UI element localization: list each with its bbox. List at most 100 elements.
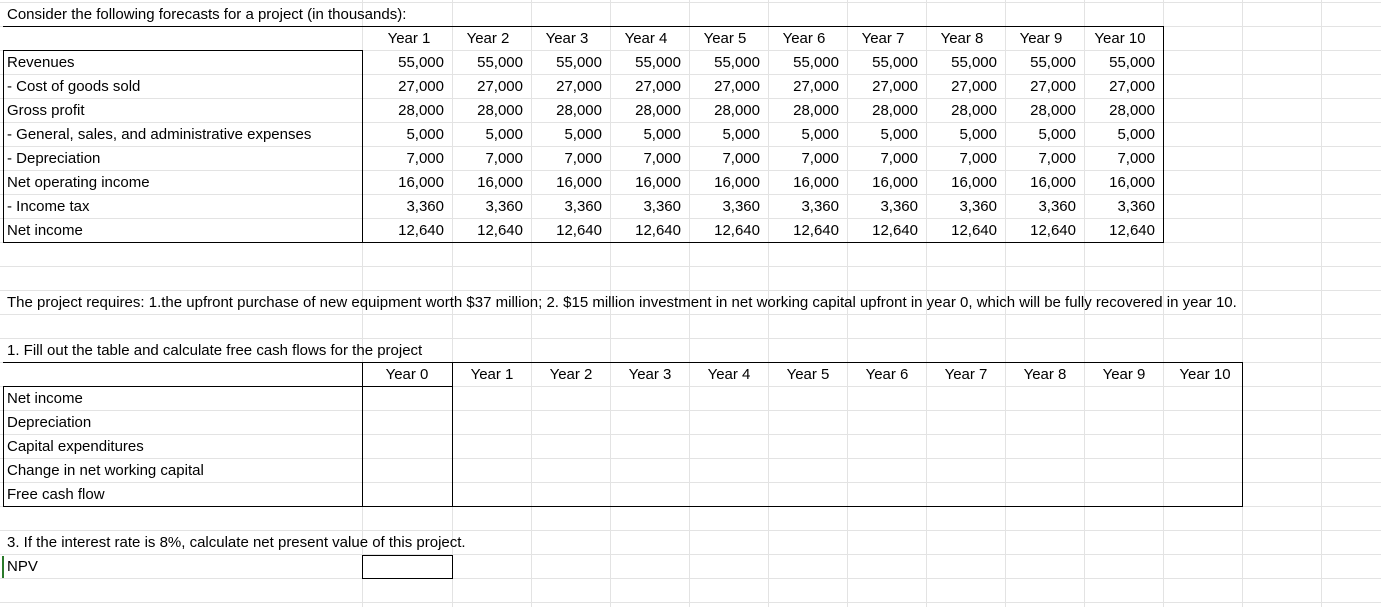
- forecast-header-year-8: Year 8: [940, 30, 984, 47]
- forecast-value-cell: 55,000: [635, 54, 681, 71]
- forecast-value-cell: 12,640: [398, 222, 444, 239]
- forecast-value-cell: 55,000: [1109, 54, 1155, 71]
- forecast-value-cell: 12,640: [714, 222, 760, 239]
- forecast-value-cell: 12,640: [793, 222, 839, 239]
- forecast-row-label: Net operating income: [7, 174, 150, 191]
- forecast-value-cell: 55,000: [793, 54, 839, 71]
- fcf-header-year-4: Year 4: [707, 366, 751, 383]
- forecast-value-cell: 28,000: [1030, 102, 1076, 119]
- forecast-header-year-10: Year 10: [1094, 30, 1146, 47]
- forecast-value-cell: 7,000: [406, 150, 444, 167]
- fcf-header-year-6: Year 6: [865, 366, 909, 383]
- requirements-text: The project requires: 1.the upfront purc…: [7, 294, 1237, 311]
- fcf-border-bottom: [3, 506, 1243, 507]
- forecast-value-cell: 27,000: [635, 78, 681, 95]
- forecast-value-cell: 28,000: [1109, 102, 1155, 119]
- forecast-header-year-3: Year 3: [545, 30, 589, 47]
- forecast-value-cell: 16,000: [793, 174, 839, 191]
- forecast-value-cell: 5,000: [959, 126, 997, 143]
- forecast-value-cell: 28,000: [951, 102, 997, 119]
- forecast-value-cell: 28,000: [793, 102, 839, 119]
- forecast-value-cell: 5,000: [801, 126, 839, 143]
- forecast-value-cell: 12,640: [556, 222, 602, 239]
- forecast-value-cell: 7,000: [643, 150, 681, 167]
- fcf-row-label: Depreciation: [7, 414, 92, 431]
- forecast-value-cell: 5,000: [1117, 126, 1155, 143]
- npv-input-cell[interactable]: [362, 555, 453, 579]
- fcf-header-year-3: Year 3: [628, 366, 672, 383]
- forecast-value-cell: 27,000: [1109, 78, 1155, 95]
- active-cell-marker: [2, 556, 4, 578]
- forecast-value-cell: 5,000: [880, 126, 918, 143]
- forecast-value-cell: 16,000: [951, 174, 997, 191]
- years-input-area[interactable]: [453, 387, 1242, 506]
- forecast-row-label: - Depreciation: [7, 150, 101, 167]
- forecast-value-cell: 12,640: [635, 222, 681, 239]
- forecast-value-cell: 12,640: [1030, 222, 1076, 239]
- forecast-value-cell: 55,000: [1030, 54, 1076, 71]
- forecast-value-cell: 7,000: [1117, 150, 1155, 167]
- forecast-value-cell: 16,000: [714, 174, 760, 191]
- gridline-h: [0, 602, 1381, 603]
- forecast-value-cell: 12,640: [1109, 222, 1155, 239]
- forecast-value-cell: 27,000: [556, 78, 602, 95]
- fcf-border-left: [3, 386, 4, 507]
- forecast-value-cell: 12,640: [477, 222, 523, 239]
- forecast-header-year-7: Year 7: [861, 30, 905, 47]
- forecast-value-cell: 5,000: [406, 126, 444, 143]
- fcf-row-label: Net income: [7, 390, 83, 407]
- forecast-value-cell: 27,000: [951, 78, 997, 95]
- forecast-value-cell: 55,000: [714, 54, 760, 71]
- forecast-value-cell: 27,000: [872, 78, 918, 95]
- forecast-label-divider: [362, 50, 363, 243]
- year0-input-area[interactable]: [363, 387, 452, 506]
- forecast-value-cell: 16,000: [1030, 174, 1076, 191]
- forecast-value-cell: 28,000: [872, 102, 918, 119]
- forecast-value-cell: 3,360: [564, 198, 602, 215]
- gridline-v: [1321, 0, 1322, 607]
- forecast-value-cell: 3,360: [1117, 198, 1155, 215]
- gridline-v: [1242, 0, 1243, 607]
- forecast-value-cell: 3,360: [485, 198, 523, 215]
- forecast-header-year-5: Year 5: [703, 30, 747, 47]
- forecast-value-cell: 28,000: [477, 102, 523, 119]
- question-3-text: 3. If the interest rate is 8%, calculate…: [7, 534, 466, 551]
- forecast-value-cell: 3,360: [801, 198, 839, 215]
- fcf-header-year-8: Year 8: [1023, 366, 1067, 383]
- forecast-value-cell: 7,000: [1038, 150, 1076, 167]
- forecast-value-cell: 28,000: [714, 102, 760, 119]
- forecast-value-cell: 55,000: [556, 54, 602, 71]
- forecast-row-label: Net income: [7, 222, 83, 239]
- npv-label: NPV: [7, 558, 38, 575]
- forecast-value-cell: 5,000: [643, 126, 681, 143]
- forecast-value-cell: 3,360: [406, 198, 444, 215]
- forecast-value-cell: 3,360: [643, 198, 681, 215]
- forecast-value-cell: 27,000: [477, 78, 523, 95]
- forecast-row-label: - Income tax: [7, 198, 90, 215]
- forecast-value-cell: 7,000: [722, 150, 760, 167]
- forecast-value-cell: 27,000: [398, 78, 444, 95]
- fcf-header-year-9: Year 9: [1102, 366, 1146, 383]
- forecast-header-year-9: Year 9: [1019, 30, 1063, 47]
- question-1-text: 1. Fill out the table and calculate free…: [7, 342, 423, 359]
- forecast-value-cell: 16,000: [398, 174, 444, 191]
- fcf-header-year-7: Year 7: [944, 366, 988, 383]
- fcf-header-year-10: Year 10: [1179, 366, 1231, 383]
- forecast-value-cell: 3,360: [722, 198, 760, 215]
- forecast-value-cell: 16,000: [1109, 174, 1155, 191]
- forecast-value-cell: 16,000: [556, 174, 602, 191]
- forecast-value-cell: 28,000: [398, 102, 444, 119]
- forecast-value-cell: 5,000: [564, 126, 602, 143]
- forecast-value-cell: 7,000: [880, 150, 918, 167]
- forecast-border-right: [1163, 26, 1164, 243]
- gridline-h: [0, 266, 1381, 267]
- fcf-row-label: Change in net working capital: [7, 462, 204, 479]
- fcf-row-label: Free cash flow: [7, 486, 105, 503]
- forecast-value-cell: 55,000: [398, 54, 444, 71]
- forecast-value-cell: 5,000: [485, 126, 523, 143]
- fcf-header-year-5: Year 5: [786, 366, 830, 383]
- forecast-value-cell: 55,000: [872, 54, 918, 71]
- forecast-value-cell: 3,360: [1038, 198, 1076, 215]
- forecast-value-cell: 27,000: [1030, 78, 1076, 95]
- fcf-row-label: Capital expenditures: [7, 438, 144, 455]
